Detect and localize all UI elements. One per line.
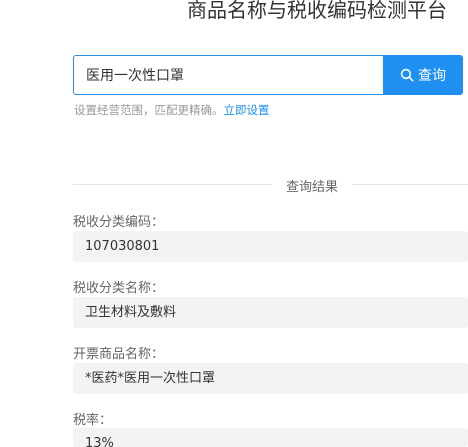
search-button-label: 查询 [418, 68, 446, 84]
search-button[interactable]: 查询 [383, 55, 463, 95]
search-icon [400, 68, 414, 82]
results-divider [73, 184, 468, 185]
tax-rate-value: 13% [73, 428, 468, 447]
search-input[interactable] [73, 55, 383, 95]
invoice-name-value: *医药*医用一次性口罩 [73, 363, 468, 394]
tax-category-value: 卫生材料及敷料 [73, 297, 468, 328]
scope-hint: 设置经营范围，匹配更精确。立即设置 [74, 102, 270, 118]
set-scope-link[interactable]: 立即设置 [224, 103, 270, 117]
tax-rate-label: 税率： [73, 413, 113, 428]
tax-code-label: 税收分类编码： [73, 215, 165, 230]
tax-code-value: 107030801 [73, 231, 468, 262]
tax-category-label: 税收分类名称： [73, 281, 165, 296]
scope-hint-text: 设置经营范围，匹配更精确。 [74, 103, 224, 117]
results-title: 查询结果 [272, 176, 353, 195]
invoice-name-label: 开票商品名称： [73, 347, 165, 362]
page-title: 商品名称与税收编码检测平台 [187, 0, 447, 22]
search-bar: 查询 [73, 55, 463, 95]
